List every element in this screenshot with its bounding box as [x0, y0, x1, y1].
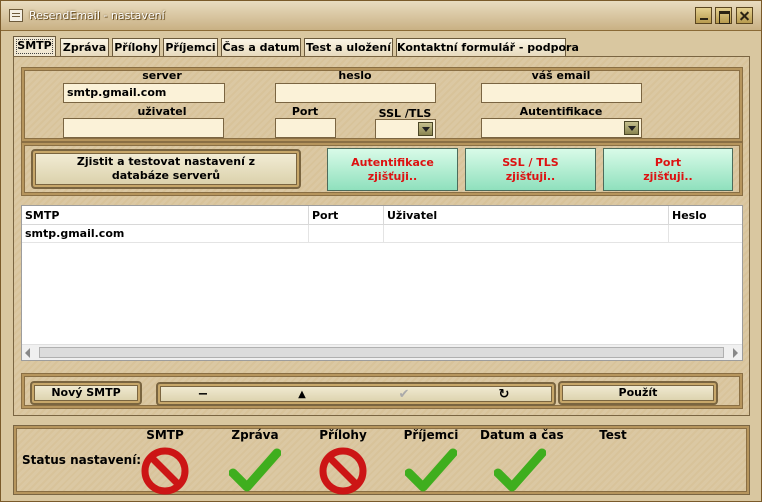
- title-bar[interactable]: ResendEmail - nastavení: [1, 1, 761, 31]
- checkmark-icon: [228, 448, 282, 492]
- server-input[interactable]: smtp.gmail.com: [63, 83, 225, 103]
- window-title: ResendEmail - nastavení: [29, 9, 165, 22]
- status-prilohy: Přílohy: [303, 428, 383, 500]
- checkmark-icon: [493, 448, 547, 492]
- detect-test-label: Zjistit a testovat nastavení z databáze …: [76, 155, 256, 182]
- column-header-password[interactable]: Heslo: [669, 206, 742, 225]
- tab-kontaktni-formular[interactable]: Kontaktní formulář - podpora: [396, 38, 579, 57]
- app-window: ResendEmail - nastavení SMTP Zpráva Příl…: [0, 0, 762, 502]
- maximize-button[interactable]: [715, 7, 732, 24]
- prohibited-icon: [141, 447, 189, 495]
- smtp-server-table: SMTP Port Uživatel Heslo smtp.gmail.com: [21, 205, 743, 361]
- table-cell-port[interactable]: [309, 225, 384, 243]
- scroll-right-icon[interactable]: [733, 348, 738, 358]
- email-label: váš email: [531, 69, 591, 82]
- horizontal-scrollbar[interactable]: [22, 344, 742, 360]
- status-datum-a-cas: Datum a čas: [480, 428, 564, 500]
- window-icon: [9, 9, 23, 22]
- minimize-button[interactable]: [695, 7, 712, 24]
- tab-prijemci[interactable]: Příjemci: [163, 38, 218, 57]
- confirm-icon[interactable]: ✔: [392, 384, 416, 404]
- apply-button[interactable]: Použít: [558, 381, 718, 405]
- actions-group: Nový SMTP − ▲ ✔ ↻ Použít: [21, 373, 743, 409]
- auth-detect-button[interactable]: Autentifikace zjišťuji..: [327, 148, 458, 191]
- scroll-thumb[interactable]: [39, 347, 724, 358]
- tab-prilohy[interactable]: Přílohy: [112, 38, 160, 57]
- table-cell-smtp[interactable]: smtp.gmail.com: [22, 225, 309, 243]
- new-smtp-button[interactable]: Nový SMTP: [30, 381, 142, 405]
- port-detect-label: Port zjišťuji..: [643, 155, 693, 183]
- refresh-icon[interactable]: ↻: [492, 384, 516, 404]
- scroll-left-icon[interactable]: [25, 348, 30, 358]
- checkmark-icon: [404, 448, 458, 492]
- table-cell-password[interactable]: [669, 225, 742, 243]
- column-header-smtp[interactable]: SMTP: [22, 206, 309, 225]
- status-test: Test: [573, 428, 653, 442]
- status-name: Přílohy: [319, 428, 367, 442]
- smtp-panel: server smtp.gmail.com heslo váš email už…: [13, 56, 750, 416]
- port-input[interactable]: [275, 118, 336, 138]
- close-button[interactable]: [736, 7, 753, 24]
- column-header-user[interactable]: Uživatel: [384, 206, 669, 225]
- status-name: Test: [599, 428, 627, 442]
- detect-test-button[interactable]: Zjistit a testovat nastavení z databáze …: [31, 149, 301, 189]
- smtp-settings-group: server smtp.gmail.com heslo váš email už…: [21, 67, 743, 142]
- record-navigator: − ▲ ✔ ↻: [156, 382, 556, 406]
- port-detect-button[interactable]: Port zjišťuji..: [603, 148, 733, 191]
- port-label: Port: [291, 105, 319, 118]
- tab-smtp[interactable]: SMTP: [13, 36, 56, 57]
- chevron-down-icon[interactable]: [418, 122, 433, 136]
- tab-test-a-ulozeni[interactable]: Test a uložení: [304, 38, 393, 57]
- status-name: SMTP: [146, 428, 184, 442]
- status-name: Příjemci: [403, 428, 459, 442]
- status-zprava: Zpráva: [215, 428, 295, 500]
- user-label: uživatel: [137, 105, 187, 118]
- new-smtp-label: Nový SMTP: [51, 386, 121, 399]
- user-input[interactable]: [63, 118, 224, 138]
- ssl-tls-select[interactable]: [375, 119, 436, 139]
- chevron-down-icon[interactable]: [624, 121, 639, 135]
- password-input[interactable]: [275, 83, 436, 103]
- tab-zprava[interactable]: Zpráva: [60, 38, 109, 57]
- status-smtp: SMTP: [125, 428, 205, 500]
- ssl-detect-label: SSL / TLS zjišťuji..: [502, 155, 559, 183]
- detect-group: Zjistit a testovat nastavení z databáze …: [21, 142, 743, 196]
- prohibited-icon: [319, 447, 367, 495]
- apply-label: Použít: [618, 386, 658, 399]
- email-input[interactable]: [481, 83, 642, 103]
- delete-record-icon[interactable]: −: [191, 384, 215, 404]
- status-panel: Status nastavení: SMTP Zpráva Přílohy Př…: [13, 425, 750, 495]
- auth-detect-label: Autentifikace zjišťuji..: [351, 155, 434, 183]
- server-label: server: [142, 69, 182, 82]
- status-prijemci: Příjemci: [391, 428, 471, 500]
- table-cell-user[interactable]: [384, 225, 669, 243]
- password-label: heslo: [338, 69, 372, 82]
- column-header-port[interactable]: Port: [309, 206, 384, 225]
- status-label: Status nastavení:: [22, 453, 142, 467]
- status-name: Zpráva: [231, 428, 279, 442]
- tab-cas-a-datum[interactable]: Čas a datum: [221, 38, 301, 57]
- status-name: Datum a čas: [480, 428, 564, 442]
- auth-select[interactable]: [481, 118, 642, 138]
- auth-label: Autentifikace: [519, 105, 603, 118]
- move-up-icon[interactable]: ▲: [290, 384, 314, 404]
- ssl-detect-button[interactable]: SSL / TLS zjišťuji..: [465, 148, 596, 191]
